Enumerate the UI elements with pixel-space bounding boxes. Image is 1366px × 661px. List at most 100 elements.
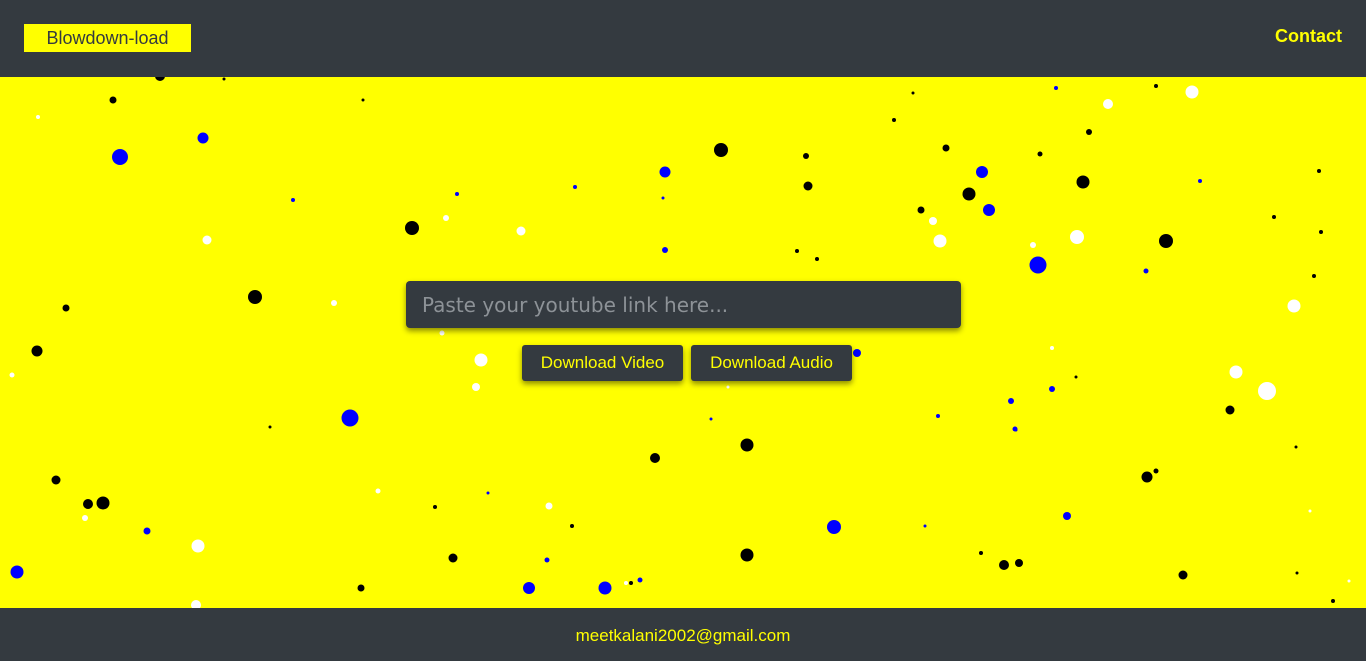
particle-dot (598, 581, 612, 595)
particle-dot (341, 409, 359, 427)
particle-dot (979, 551, 983, 555)
particle-dot (962, 187, 976, 201)
particle-dot (815, 257, 819, 261)
particle-dot (1070, 230, 1084, 244)
particle-dot (1086, 129, 1092, 135)
particle-dot (1347, 579, 1351, 583)
particle-dot (983, 204, 995, 216)
particle-dot (51, 475, 61, 485)
contact-link[interactable]: Contact (1275, 26, 1342, 47)
particle-dot (661, 196, 665, 200)
particle-dot (248, 290, 262, 304)
particle-dot (1308, 509, 1312, 513)
particle-dot (1178, 570, 1188, 580)
particle-dot (923, 524, 927, 528)
particle-dot (709, 417, 713, 421)
particle-dot (62, 304, 70, 312)
particle-dot (405, 221, 419, 235)
particle-dot (516, 226, 526, 236)
particle-dot (10, 565, 24, 579)
particle-dot (1258, 382, 1276, 400)
particle-dot (629, 581, 633, 585)
footer: meetkalani2002@gmail.com (0, 608, 1366, 661)
particle-dot (827, 520, 841, 534)
particle-dot (662, 247, 668, 253)
particle-dot (544, 557, 550, 563)
particle-dot (112, 149, 128, 165)
particle-dot (936, 414, 940, 418)
particle-dot (1141, 471, 1153, 483)
particle-dot (523, 582, 535, 594)
footer-email-link[interactable]: meetkalani2002@gmail.com (576, 626, 791, 646)
particle-dot (999, 560, 1009, 570)
download-video-button[interactable]: Download Video (522, 345, 683, 381)
youtube-link-input[interactable] (406, 281, 961, 328)
particle-dot (439, 330, 445, 336)
particle-dot (1014, 428, 1018, 432)
particle-dot (36, 115, 40, 119)
particle-dot (942, 144, 950, 152)
logo[interactable]: Blowdown-load (24, 24, 191, 52)
particle-dot (1037, 151, 1043, 157)
particle-dot (726, 385, 730, 389)
particle-dot (650, 453, 660, 463)
particle-dot (331, 300, 337, 306)
particle-dot (1331, 599, 1335, 603)
particle-dot (1030, 242, 1036, 248)
particle-dot (624, 581, 628, 585)
download-audio-button[interactable]: Download Audio (691, 345, 852, 381)
particle-dot (197, 132, 209, 144)
particle-dot (853, 349, 861, 357)
particle-dot (740, 438, 754, 452)
particle-dot (291, 198, 295, 202)
particle-dot (143, 527, 151, 535)
particle-dot (1029, 256, 1047, 274)
particle-dot (803, 181, 813, 191)
particle-dot (83, 499, 93, 509)
particle-dot (486, 491, 490, 495)
particle-dot (933, 234, 947, 248)
particle-dot (1074, 375, 1078, 379)
header: Blowdown-load Contact (0, 0, 1366, 77)
particle-dot (1008, 398, 1014, 404)
particle-dot (911, 91, 915, 95)
particle-dot (474, 353, 488, 367)
particle-dot (109, 96, 117, 104)
particle-dot (443, 215, 449, 221)
particle-dot (472, 383, 480, 391)
particle-dot (803, 153, 809, 159)
particle-dot (375, 488, 381, 494)
particle-dot (1154, 84, 1158, 88)
particle-dot (155, 77, 165, 81)
particle-dot (892, 118, 896, 122)
particle-dot (1225, 405, 1235, 415)
particle-dot (455, 192, 459, 196)
particle-dot (917, 206, 925, 214)
particle-dot (1198, 179, 1202, 183)
particle-dot (740, 548, 754, 562)
particle-dot (795, 249, 799, 253)
particle-dot (1143, 268, 1149, 274)
particle-dot (1076, 175, 1090, 189)
particle-dot (545, 502, 553, 510)
particle-background: Download Video Download Audio (0, 77, 1366, 608)
particle-dot (637, 577, 643, 583)
particle-dot (1272, 215, 1276, 219)
particle-dot (9, 372, 15, 378)
particle-dot (82, 515, 88, 521)
particle-dot (357, 584, 365, 592)
particle-dot (268, 425, 272, 429)
particle-dot (1054, 86, 1058, 90)
particle-dot (1050, 346, 1054, 350)
particle-dot (573, 185, 577, 189)
particle-dot (191, 600, 201, 608)
particle-dot (1229, 365, 1243, 379)
particle-dot (1063, 512, 1071, 520)
particle-dot (1103, 99, 1113, 109)
particle-dot (659, 166, 671, 178)
particle-dot (976, 166, 988, 178)
particle-dot (1317, 169, 1321, 173)
particle-dot (1287, 299, 1301, 313)
particle-dot (1185, 85, 1199, 99)
particle-dot (1295, 571, 1299, 575)
